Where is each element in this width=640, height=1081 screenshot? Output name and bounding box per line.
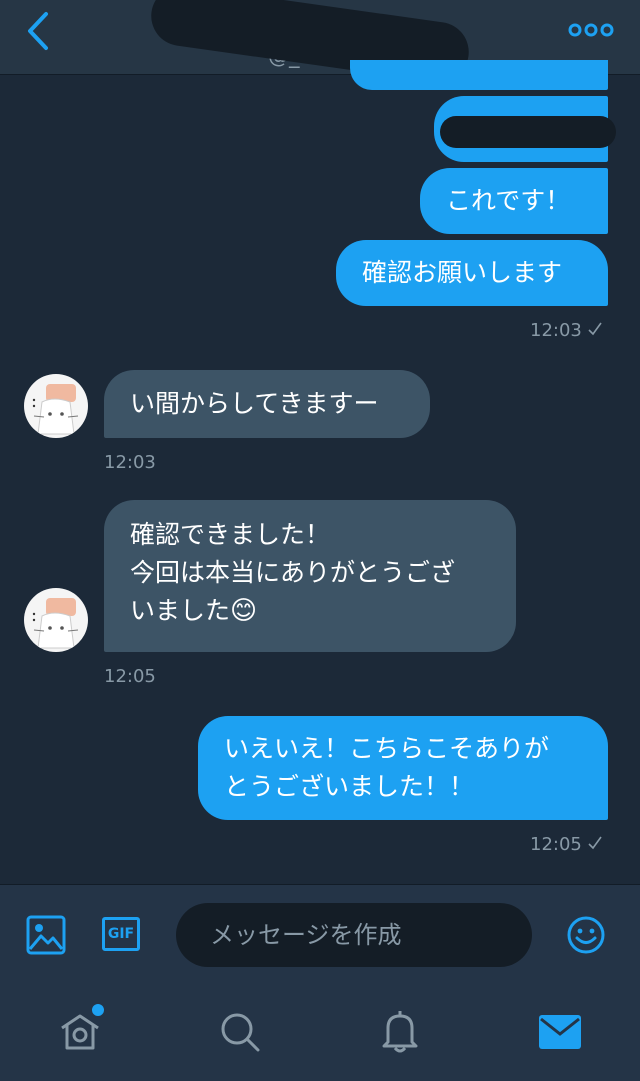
gif-icon[interactable]: GIF [102,917,140,951]
image-icon[interactable] [26,915,66,955]
message-bubble-incoming[interactable]: 確認できました！ 今回は本当にありがとうござ いました😊 [104,500,516,652]
message-text-line: 確認できました！ [130,520,331,549]
smiling-face-emoji: 😊 [230,596,258,626]
message-bubble-outgoing[interactable]: 確認お願いします [336,240,608,306]
message-text-line: いました😊 [130,596,258,626]
message-text-line: 今回は本当にありがとうござ [130,558,456,587]
bottom-tab-bar [0,988,640,1081]
message-bubble-outgoing[interactable]: これです！ [420,168,608,234]
notifications-icon[interactable] [378,1008,422,1054]
message-text: 確認お願いします [362,258,563,287]
back-icon[interactable] [22,10,56,52]
message-bubble-partial[interactable] [350,60,608,90]
message-text: い間からしてきますー [130,389,379,418]
notification-dot [90,1002,106,1018]
message-bubble-incoming[interactable]: い間からしてきますー [104,370,430,438]
avatar[interactable] [24,374,88,438]
emoji-icon[interactable] [566,915,606,955]
more-options-icon[interactable] [568,20,614,40]
message-bubble-outgoing[interactable]: いえいえ！こちらこそありが とうございました！！ [198,716,608,820]
message-composer: GIF メッセージを作成 [0,884,640,989]
message-text: これです！ [446,186,571,215]
message-timestamp: 12:05 [530,834,602,855]
check-icon [588,322,602,336]
message-timestamp: 12:03 [104,452,156,473]
message-text-line: いえいえ！こちらこそありが [224,734,550,763]
search-icon[interactable] [218,1010,262,1054]
message-timestamp: 12:03 [530,320,602,341]
avatar[interactable] [24,588,88,652]
message-bubble-redacted[interactable] [434,96,616,162]
redaction-mark [440,116,616,148]
message-input[interactable]: メッセージを作成 [176,903,532,967]
message-text-line: とうございました！！ [224,772,475,801]
messages-icon[interactable] [538,1014,582,1050]
check-icon [588,836,602,850]
message-timestamp: 12:05 [104,666,156,687]
